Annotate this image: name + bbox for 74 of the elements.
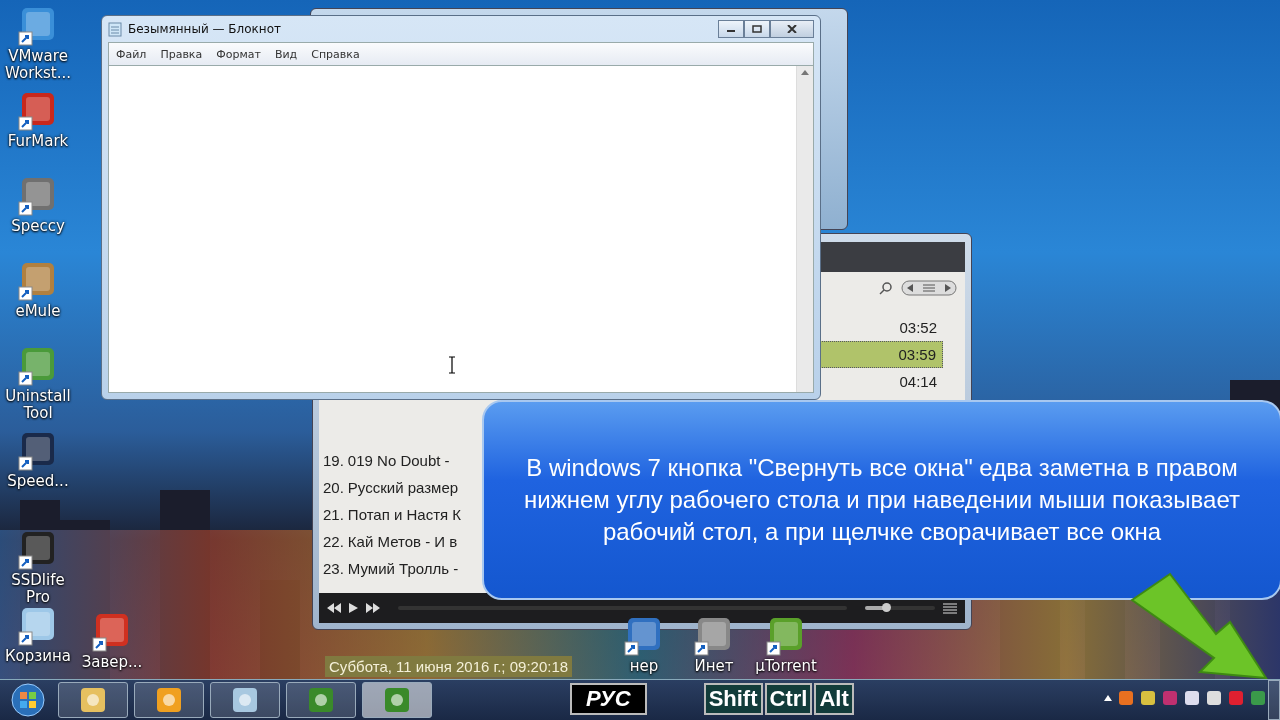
taskbar-button[interactable] bbox=[210, 682, 280, 718]
icon-label: SSDlife Pro bbox=[10, 572, 66, 606]
menu-item[interactable]: Формат bbox=[209, 47, 268, 61]
key-label: Shift bbox=[703, 683, 763, 715]
playlist-item[interactable]: 20. Русский размер bbox=[323, 474, 483, 501]
menu-item[interactable]: Справка bbox=[304, 47, 367, 61]
track-number: 19. bbox=[323, 452, 344, 469]
minimize-button[interactable] bbox=[718, 20, 744, 38]
track-number: 20. bbox=[323, 479, 344, 496]
app-icon bbox=[383, 686, 411, 714]
icon-label: Инет bbox=[694, 658, 734, 675]
callout-text: В windows 7 кнопка "Свернуть все окна" едва заметна в правом нижнем углу рабочего стола и при наведении мыши показывает рабочий стол, а при щелчке сворачивает все окна bbox=[524, 453, 1240, 547]
track-title: Мумий Тролль - bbox=[347, 560, 459, 577]
tray-icon[interactable] bbox=[1118, 690, 1134, 706]
icon-label: Uninstall Tool bbox=[4, 388, 72, 422]
icon-label: Speccy bbox=[11, 218, 65, 235]
rewind-icon[interactable] bbox=[327, 603, 341, 613]
maximize-icon bbox=[752, 25, 762, 33]
icon-label: eMule bbox=[15, 303, 61, 320]
track-number: 23. bbox=[323, 560, 344, 577]
playlist-item[interactable]: 19. 019 No Doubt - bbox=[323, 447, 483, 474]
track-number: 22. bbox=[323, 533, 344, 550]
icon-label: µTorrent bbox=[755, 658, 817, 675]
text-cursor-icon bbox=[448, 356, 456, 374]
track-title: Кай Метов - И в bbox=[347, 533, 458, 550]
track-duration[interactable]: 04:14 bbox=[817, 368, 943, 395]
volume-slider[interactable] bbox=[865, 606, 935, 610]
icon-label: VMware Workst... bbox=[4, 48, 72, 82]
playlist-item[interactable]: 22. Кай Метов - И в bbox=[323, 528, 483, 555]
menu-item[interactable]: Вид bbox=[267, 47, 305, 61]
search-icon[interactable] bbox=[879, 281, 893, 295]
tray-icon[interactable] bbox=[1206, 690, 1222, 706]
date-time-label: Суббота, 11 июня 2016 г.; 09:20:18 bbox=[325, 656, 573, 677]
chevron-up-icon[interactable] bbox=[1104, 695, 1112, 701]
key-label: Alt bbox=[814, 683, 854, 715]
scrollbar[interactable] bbox=[796, 66, 813, 392]
app-icon bbox=[79, 686, 107, 714]
tray-icon[interactable] bbox=[1140, 690, 1156, 706]
window-title: Безымянный — Блокнот bbox=[128, 22, 282, 36]
key-label: РУС bbox=[570, 683, 647, 715]
app-icon bbox=[155, 686, 183, 714]
scroll-up-icon[interactable] bbox=[801, 70, 809, 75]
icon-label: Speed... bbox=[7, 473, 69, 490]
notepad-icon bbox=[108, 21, 122, 37]
track-title: Русский размер bbox=[347, 479, 459, 496]
track-title: 019 No Doubt - bbox=[347, 452, 450, 469]
taskbar-button[interactable] bbox=[286, 682, 356, 718]
windows-logo-icon bbox=[10, 682, 46, 718]
playlist-item[interactable]: 23. Мумий Тролль - bbox=[323, 555, 483, 582]
slider-thumb[interactable] bbox=[882, 603, 891, 612]
list-icon[interactable] bbox=[943, 602, 957, 614]
track-duration[interactable]: 03:52 bbox=[817, 314, 943, 341]
show-desktop-button[interactable] bbox=[1268, 680, 1280, 720]
menu-item[interactable]: Файл bbox=[109, 47, 154, 61]
play-icon[interactable] bbox=[349, 603, 358, 613]
track-title: Потап и Настя К bbox=[347, 506, 462, 523]
icon-label: FurMark bbox=[7, 133, 69, 150]
close-icon bbox=[787, 25, 797, 33]
taskbar-button[interactable] bbox=[58, 682, 128, 718]
taskbar-button[interactable] bbox=[134, 682, 204, 718]
key-label: Ctrl bbox=[764, 683, 813, 715]
icon-label: Корзина bbox=[4, 648, 72, 665]
app-icon bbox=[307, 686, 335, 714]
close-button[interactable] bbox=[770, 20, 814, 38]
playlist-item[interactable]: 21. Потап и Настя К bbox=[323, 501, 483, 528]
track-number: 21. bbox=[323, 506, 344, 523]
tray-icon[interactable] bbox=[1184, 690, 1200, 706]
icon-label: Завер... bbox=[81, 654, 143, 671]
maximize-button[interactable] bbox=[744, 20, 770, 38]
playlist-nav-icon[interactable] bbox=[901, 280, 957, 296]
icon-label: нер bbox=[629, 658, 659, 675]
menu-item[interactable]: Правка bbox=[153, 47, 210, 61]
app-icon bbox=[231, 686, 259, 714]
fast-forward-icon[interactable] bbox=[366, 603, 380, 613]
